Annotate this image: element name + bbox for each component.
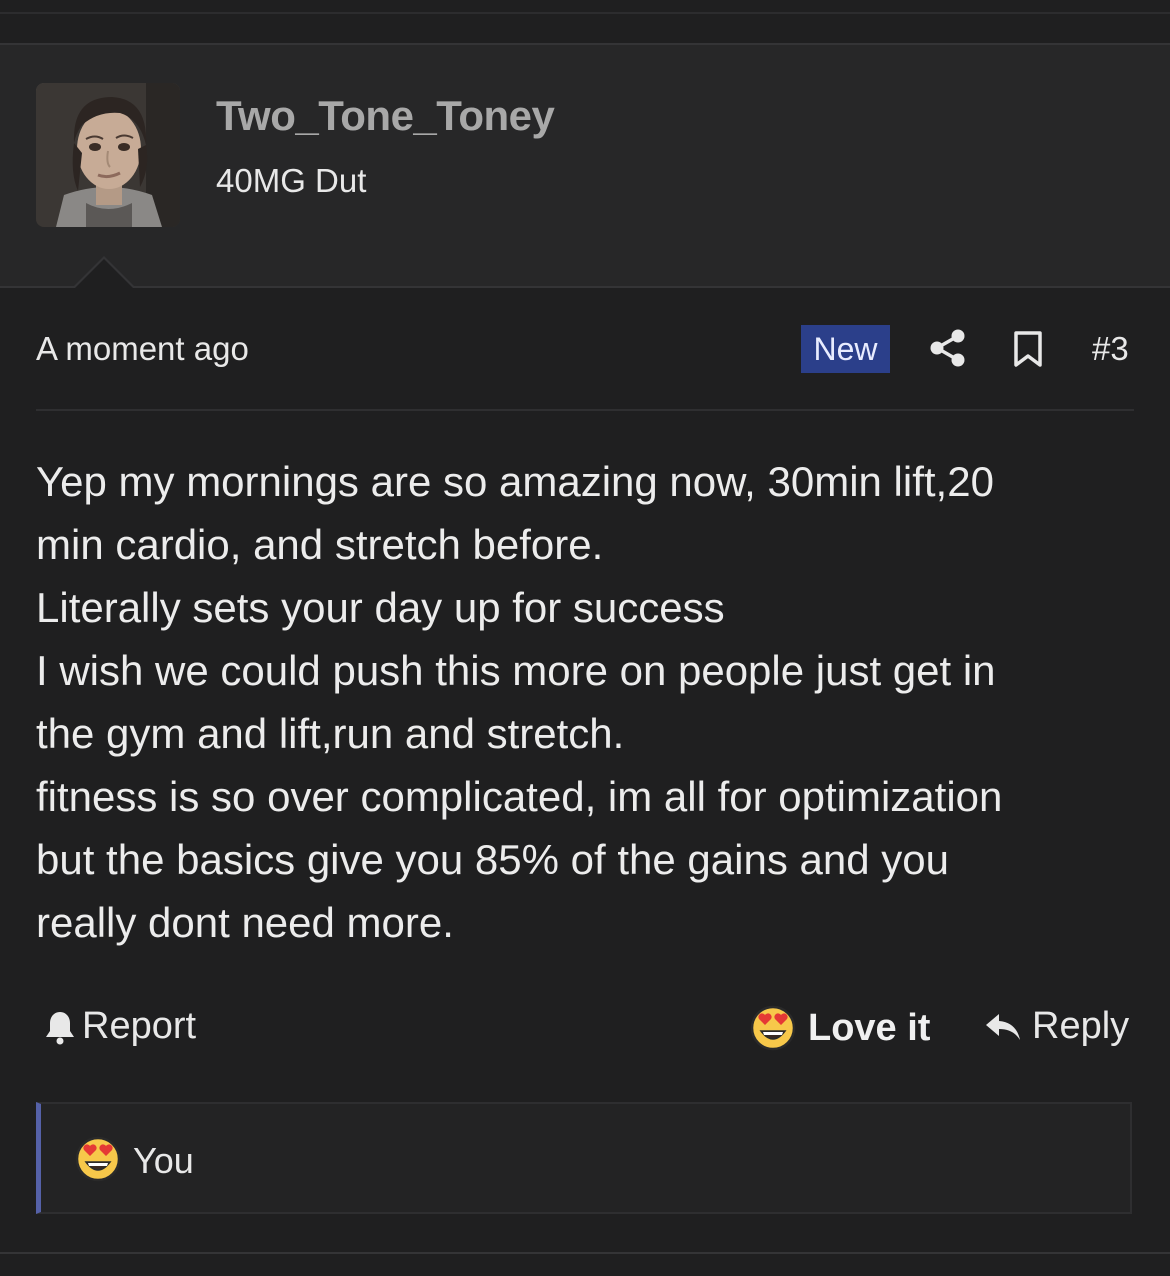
avatar[interactable] (36, 83, 180, 227)
post-body-line: the gym and lift,run and stretch. (36, 710, 625, 757)
post-body-line: fitness is so over complicated, im all f… (36, 773, 1003, 820)
post-body-line: but the basics give you 85% of the gains… (36, 836, 949, 883)
top-divider (0, 12, 1170, 14)
reply-arrow-icon (986, 1013, 1020, 1040)
bottom-divider (0, 1252, 1170, 1254)
avatar-image (36, 83, 180, 227)
author-username[interactable]: Two_Tone_Toney (216, 92, 555, 140)
reply-label: Reply (1032, 1005, 1130, 1047)
meta-divider (36, 409, 1134, 411)
heart-eyes-emoji-icon (750, 1005, 796, 1051)
user-panel-pointer-inner (74, 259, 134, 289)
post-body-line: Literally sets your day up for success (36, 584, 725, 631)
reply-button[interactable]: Reply (984, 1005, 1129, 1048)
reactions-bar[interactable]: You (36, 1102, 1132, 1214)
post-number-link[interactable]: #3 (1092, 330, 1129, 368)
love-it-label: Love it (808, 1006, 931, 1049)
share-icon[interactable] (928, 328, 968, 368)
report-label: Report (82, 1005, 197, 1047)
heart-eyes-emoji-icon (75, 1136, 121, 1182)
author-user-title: 40MG Dut (216, 162, 367, 199)
post-body-line: really dont need more. (36, 899, 454, 946)
post-actions: Report Love it Reply (36, 1005, 1134, 1053)
post-timestamp[interactable]: A moment ago (36, 330, 249, 368)
post-body: Yep my mornings are so amazing now, 30mi… (36, 450, 1136, 954)
bell-icon (46, 1011, 74, 1044)
post-body-line: Yep my mornings are so amazing now, 30mi… (36, 458, 994, 505)
post-body-line: I wish we could push this more on people… (36, 647, 996, 694)
user-panel-divider (0, 286, 1170, 288)
bookmark-icon[interactable] (1012, 330, 1044, 368)
reaction-users[interactable]: You (133, 1140, 194, 1182)
love-it-button[interactable]: Love it (750, 1005, 930, 1051)
report-button[interactable]: Report (44, 1005, 196, 1048)
new-badge: New (801, 325, 890, 373)
top-band (0, 0, 1170, 44)
post-body-line: min cardio, and stretch before. (36, 521, 604, 568)
